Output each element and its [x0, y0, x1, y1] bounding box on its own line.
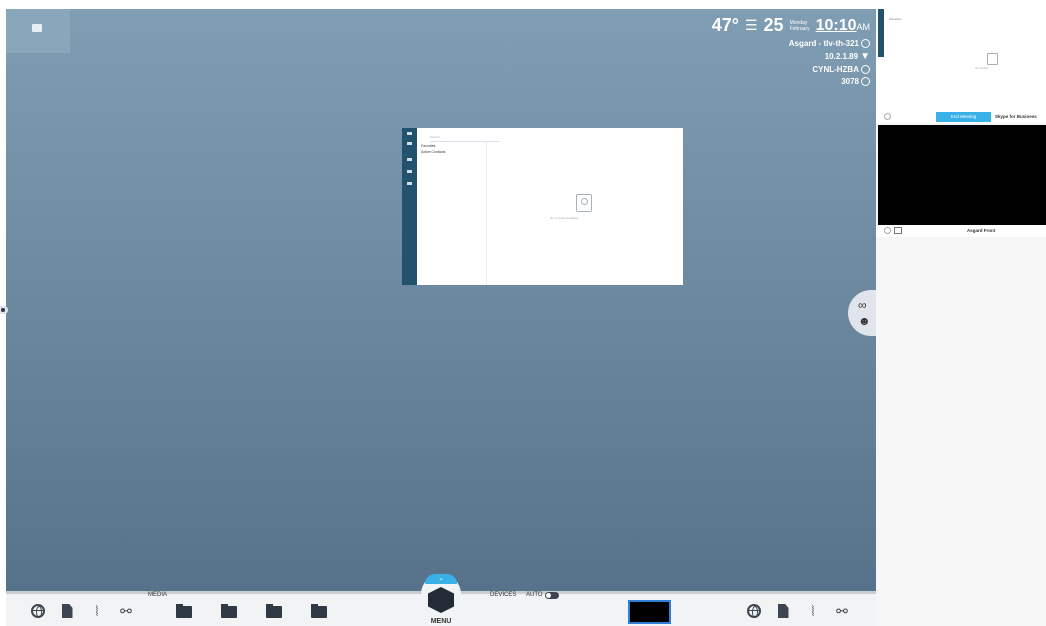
clock: 10:10AM	[816, 17, 870, 35]
folder-icon[interactable]	[176, 604, 192, 618]
share-code: CYNL-HZBA	[812, 65, 859, 74]
month: February	[789, 25, 810, 32]
shared-screen-preview[interactable]: Favorites No contacts	[876, 9, 1046, 111]
folder-icon[interactable]	[221, 604, 237, 618]
mic-icon[interactable]	[884, 113, 891, 120]
contacts-search-input[interactable]: Search...	[430, 135, 500, 142]
code-icon	[861, 65, 870, 74]
folder-icon[interactable]	[266, 604, 282, 618]
wifi-icon: ▼	[860, 51, 870, 62]
room-icon	[861, 39, 870, 48]
contact-card-icon	[576, 194, 592, 212]
mini-empty-text: No contacts	[975, 67, 989, 70]
rail-item-icon[interactable]	[407, 158, 412, 161]
day-number: 25	[763, 15, 784, 35]
audio-wave-icon[interactable]: ⦚	[804, 602, 822, 620]
meeting-sidebar: Favorites No contacts End Meeting Skype …	[876, 9, 1046, 626]
clock-time: 10:10	[815, 16, 857, 34]
folder-icon[interactable]	[311, 604, 327, 618]
camera-icon[interactable]	[894, 227, 902, 234]
auto-label: AUTO	[526, 592, 543, 598]
eye-icon	[1, 308, 5, 312]
network-icon[interactable]: ⚯	[117, 602, 135, 620]
room-name: Asgard - tlv-th-321	[788, 39, 859, 48]
extension: 3078	[841, 77, 859, 86]
chevron-up-icon[interactable]: ⌄	[425, 574, 457, 584]
active-contacts-label[interactable]: Active Contacts	[421, 150, 445, 154]
document-icon[interactable]	[774, 602, 792, 620]
contacts-window[interactable]: Search... Favorites Active Contacts No c…	[402, 128, 683, 285]
toggle-knob	[546, 593, 551, 598]
window-rail	[402, 128, 417, 285]
status-panel: 47° ☰ 25 Monday February 10:10AM Asgard …	[712, 15, 870, 86]
document-icon[interactable]	[58, 602, 76, 620]
divider	[486, 142, 487, 285]
media-label: MEDIA	[148, 592, 168, 598]
end-meeting-button[interactable]: End Meeting	[936, 112, 991, 122]
mini-favorites: Favorites	[889, 17, 902, 21]
empty-state-text: No contacts available	[550, 216, 579, 220]
mic-icon[interactable]	[884, 227, 891, 234]
globe-icon[interactable]	[745, 602, 763, 620]
auto-toggle[interactable]	[545, 592, 559, 599]
phone-icon	[861, 77, 870, 86]
left-drawer-handle[interactable]	[0, 306, 8, 314]
desktop-background: 47° ☰ 25 Monday February 10:10AM Asgard …	[6, 9, 876, 601]
device-preview-thumbnail[interactable]	[628, 600, 671, 624]
ip-address: 10.2.1.89	[824, 52, 859, 61]
favorites-label[interactable]: Favorites	[421, 144, 435, 148]
temperature: 47°	[711, 15, 739, 35]
camera-feed[interactable]	[878, 125, 1046, 225]
skype-label[interactable]: Skype for Business	[995, 114, 1037, 119]
rail-dots-icon[interactable]	[407, 132, 412, 135]
rail-item-icon[interactable]	[407, 182, 412, 185]
menu-button[interactable]: ⌄ MENU	[421, 574, 461, 626]
clock-ampm: AM	[856, 21, 871, 32]
rail-item-icon[interactable]	[407, 170, 412, 173]
rail-avatar-icon[interactable]	[407, 142, 412, 145]
devices-label: DEVICES	[490, 592, 517, 598]
people-icon: ☻	[858, 314, 871, 328]
network-icon[interactable]: ⚯	[833, 602, 851, 620]
window-icon	[32, 24, 42, 32]
globe-icon[interactable]	[29, 602, 47, 620]
camera-name: Asgard Front	[967, 228, 996, 233]
menu-label: MENU	[430, 618, 452, 625]
contact-card-icon	[987, 53, 998, 65]
binoculars-icon: ∞	[858, 298, 867, 312]
audio-wave-icon[interactable]: ⦚	[88, 602, 106, 620]
corner-widget[interactable]	[6, 9, 70, 53]
menu-lines-icon: ☰	[744, 17, 758, 33]
